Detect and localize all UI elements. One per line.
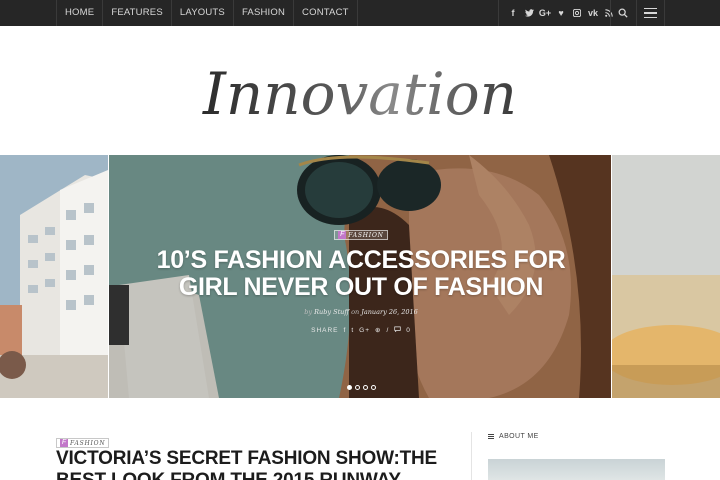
share-facebook-icon[interactable]: f xyxy=(344,327,347,334)
share-label: SHARE xyxy=(311,326,339,334)
share-separator: / xyxy=(386,326,390,334)
slide-caption: F FASHION 10’S FASHION ACCESSORIES FOR G… xyxy=(109,223,611,335)
slide-category-label: FASHION xyxy=(348,231,384,239)
slider-pagination xyxy=(109,385,611,390)
slide-meta: by Ruby Stuff on January 26, 2016 xyxy=(109,308,611,316)
by-label: by xyxy=(304,308,313,316)
hamburger-icon xyxy=(643,7,657,10)
hamburger-menu-button[interactable] xyxy=(636,0,664,26)
slide-date: January 26, 2016 xyxy=(361,308,418,316)
about-me-image xyxy=(488,459,665,480)
slider-dot-2[interactable] xyxy=(354,385,360,390)
share-pinterest-icon[interactable]: ⊕ xyxy=(375,326,381,334)
list-icon xyxy=(488,434,494,439)
content-divider xyxy=(471,432,472,480)
heart-icon[interactable]: ♥ xyxy=(553,0,569,26)
nav-item-home[interactable]: HOME xyxy=(56,0,102,26)
category-f-icon: F xyxy=(338,231,347,239)
twitter-icon[interactable] xyxy=(521,0,537,26)
top-navbar: HOME FEATURES LAYOUTS FASHION CONTACT f … xyxy=(0,0,720,26)
nav-item-features[interactable]: FEATURES xyxy=(102,0,171,26)
slider-dot-1[interactable] xyxy=(346,385,352,390)
building-image xyxy=(0,155,108,398)
slide-category-badge[interactable]: F FASHION xyxy=(334,230,388,240)
site-logo[interactable]: Innovation xyxy=(200,48,520,138)
street-image xyxy=(602,155,720,398)
active-slide[interactable]: F FASHION 10’S FASHION ACCESSORIES FOR G… xyxy=(108,155,612,398)
post-category[interactable]: F FASHION xyxy=(56,431,110,449)
slide-title[interactable]: 10’S FASHION ACCESSORIES FOR GIRL NEVER … xyxy=(126,247,596,301)
post-category-badge[interactable]: F FASHION xyxy=(56,438,110,448)
comment-count[interactable]: 0 xyxy=(406,327,411,334)
widget-title: ABOUT ME xyxy=(499,433,539,440)
search-button[interactable] xyxy=(610,0,636,26)
logo-text: Innovation xyxy=(202,60,517,128)
share-google-plus-icon[interactable]: G+ xyxy=(359,327,370,334)
comment-icon[interactable] xyxy=(394,326,401,334)
google-plus-icon[interactable]: G+ xyxy=(537,0,553,26)
featured-slider: F FASHION 10’S FASHION ACCESSORIES FOR G… xyxy=(0,155,720,398)
post-category-label: FASHION xyxy=(70,439,106,447)
about-me-widget-header: ABOUT ME xyxy=(488,433,539,440)
slider-dot-3[interactable] xyxy=(362,385,368,390)
slide-author[interactable]: Ruby Stuff xyxy=(314,308,349,316)
facebook-icon[interactable]: f xyxy=(505,0,521,26)
slide-share: SHARE f t G+ ⊕ / 0 xyxy=(109,326,611,335)
next-slide-image[interactable] xyxy=(602,155,720,398)
main-nav: HOME FEATURES LAYOUTS FASHION CONTACT xyxy=(56,0,358,26)
share-twitter-icon[interactable]: t xyxy=(351,327,354,334)
slider-dot-4[interactable] xyxy=(370,385,376,390)
social-links: f G+ ♥ vk xyxy=(498,0,617,26)
nav-item-fashion[interactable]: FASHION xyxy=(232,0,293,26)
nav-item-contact[interactable]: CONTACT xyxy=(293,0,358,26)
post-title[interactable]: VICTORIA’S SECRET FASHION SHOW:THE BEST … xyxy=(56,448,456,480)
instagram-icon[interactable] xyxy=(569,0,585,26)
category-f-icon: F xyxy=(60,439,68,447)
nav-item-layouts[interactable]: LAYOUTS xyxy=(170,0,233,26)
vk-icon[interactable]: vk xyxy=(585,0,601,26)
search-icon xyxy=(618,8,628,18)
nav-divider xyxy=(664,0,665,26)
on-label: on xyxy=(351,308,360,316)
prev-slide-image[interactable] xyxy=(0,155,108,398)
